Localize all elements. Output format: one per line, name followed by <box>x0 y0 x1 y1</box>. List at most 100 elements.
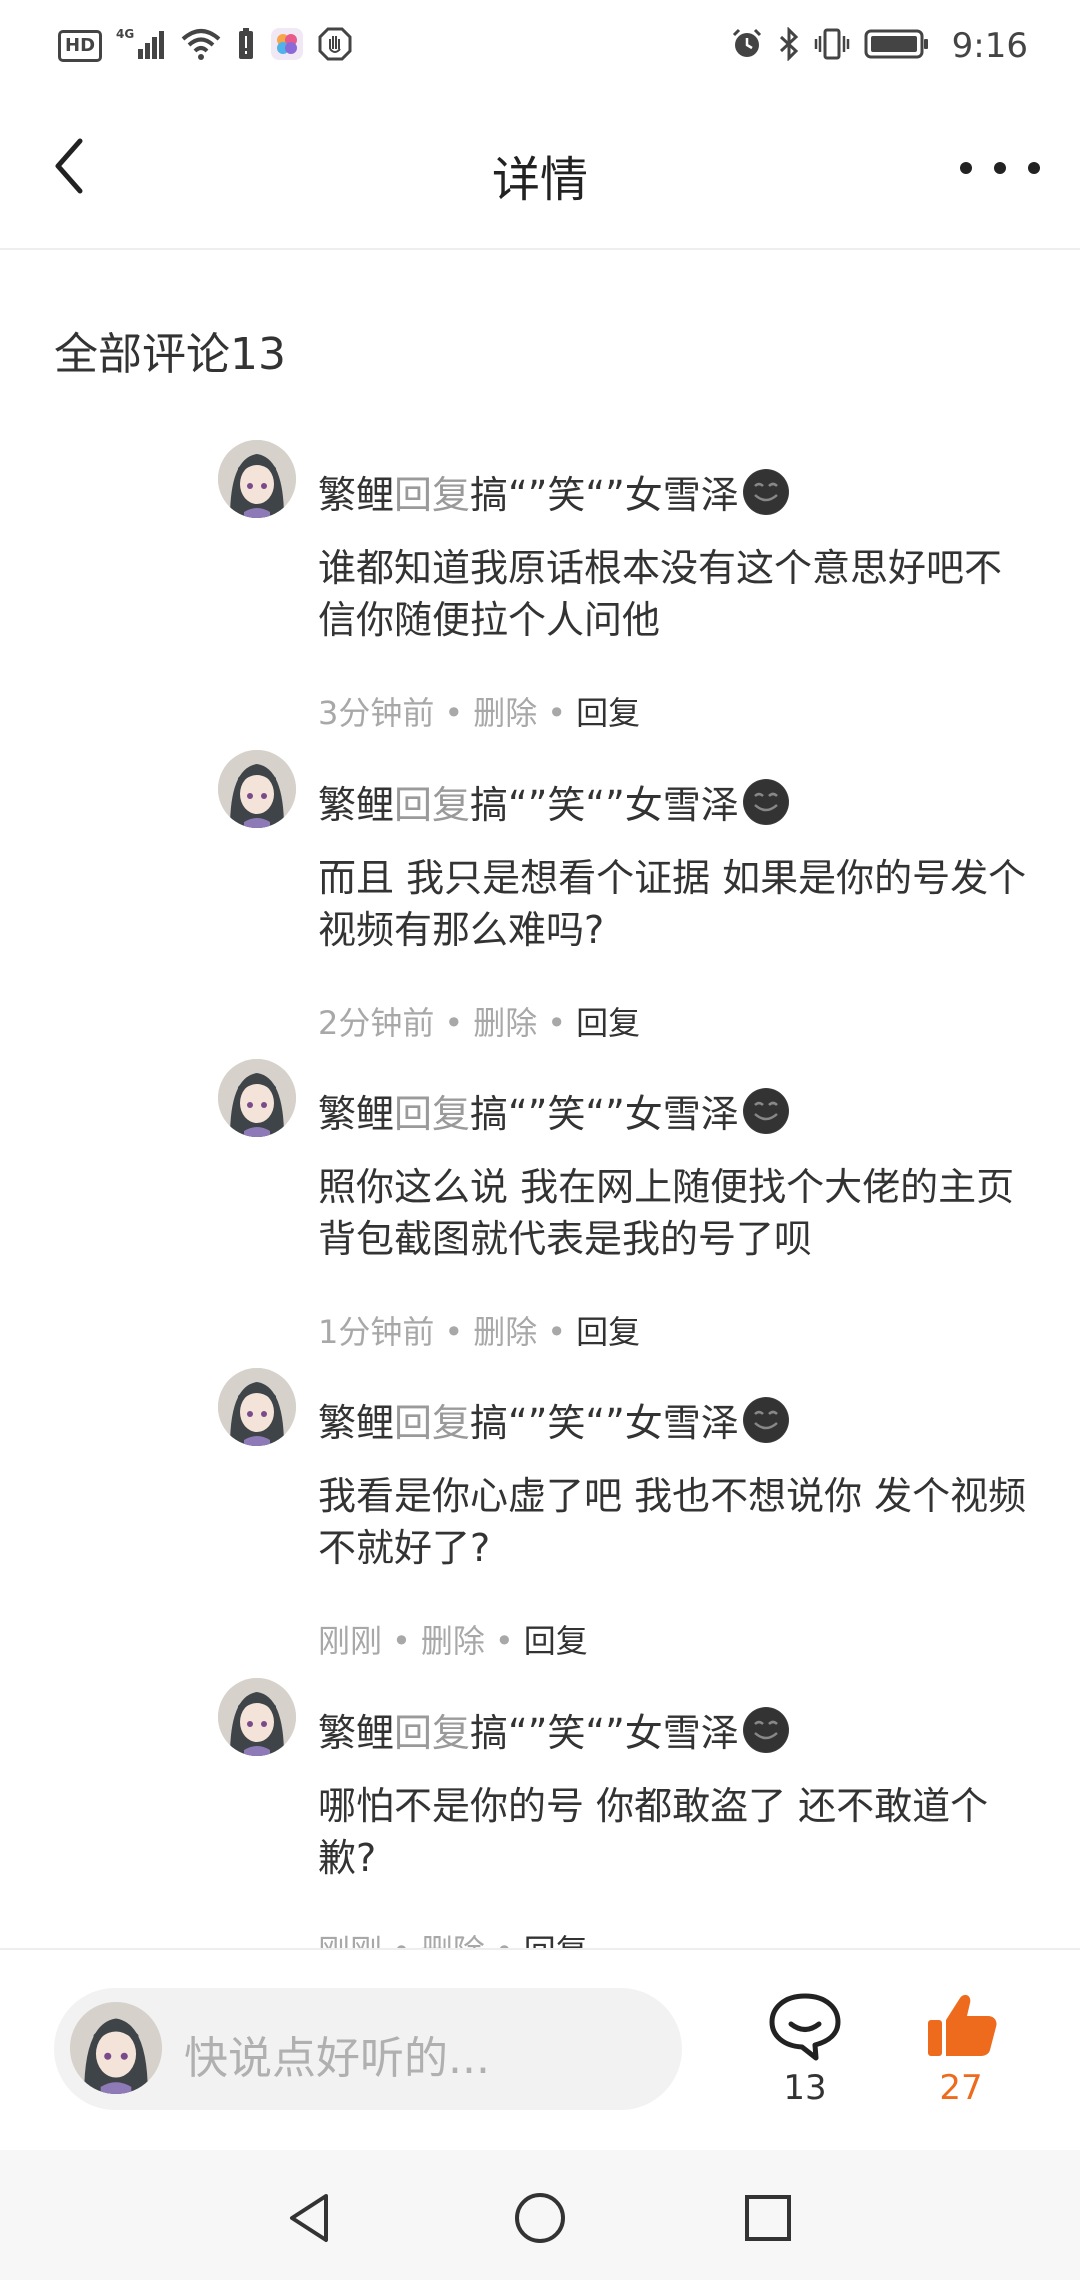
avatar[interactable] <box>218 1678 296 1756</box>
reply-button[interactable]: 回复 <box>576 694 640 732</box>
avatar[interactable] <box>218 440 296 518</box>
comment-text: 我看是你心虚了吧 我也不想说你 发个视频不就好了? <box>318 1474 1027 1570</box>
reply-target[interactable]: 搞“”笑“”女雪泽 <box>470 1702 739 1757</box>
reply-target[interactable]: 搞“”笑“”女雪泽 <box>470 1392 739 1447</box>
comment-header: 繁鲤 回复 搞“”笑“”女雪泽 <box>318 774 789 829</box>
comment-time: 刚刚 <box>318 1932 382 1948</box>
comment-item: 繁鲤回复搞“”笑“”女雪泽 哪怕不是你的号 你都敢盗了 还不敢道个歉? 刚刚•删… <box>0 1678 1080 1948</box>
reply-word: 回复 <box>394 1092 471 1136</box>
comment-bubble-icon <box>769 1993 841 2061</box>
comment-meta: 刚刚 • 删除 • 回复 <box>318 1926 588 1948</box>
vibrate-icon <box>814 27 850 65</box>
reply-button[interactable]: 回复 <box>524 1622 588 1660</box>
comment-item: 繁鲤 回复 搞“”笑“”女雪泽 而且 我只是想看个证据 如果是你的号发个视频有那么难… <box>0 750 1080 1058</box>
delete-button[interactable]: 删除 <box>473 1004 537 1042</box>
alarm-icon <box>730 27 764 65</box>
comment-header: 繁鲤 回复 搞“”笑“”女雪泽 <box>318 1392 789 1447</box>
comment-author[interactable]: 繁鲤 <box>318 1083 394 1138</box>
hd-icon: HD <box>58 30 103 62</box>
comment-header: 繁鲤 回复 搞“”笑“”女雪泽 <box>318 1083 789 1138</box>
comment-author[interactable]: 繁鲤 <box>318 1702 394 1757</box>
nav-back-icon <box>290 2194 328 2242</box>
comment-list: 繁鲤 回复 搞“”笑“”女雪泽 谁都知道我原话根本没有这个意思好吧不信你随便拉个人问… <box>0 440 1080 1948</box>
grin-emoji-icon <box>742 1706 789 1753</box>
avatar[interactable] <box>218 1059 296 1137</box>
comment-button[interactable]: 13 <box>760 1990 850 2130</box>
separator-dot: • <box>392 1932 411 1948</box>
comment-meta: 刚刚•删除•回复 <box>318 1616 588 1662</box>
comment-meta: 3分钟前 • 删除 • 回复 <box>318 688 640 734</box>
more-button[interactable] <box>960 148 1040 188</box>
comment-author[interactable]: 繁鲤 <box>318 464 394 519</box>
separator-dot: • <box>392 1622 411 1660</box>
comment-time: 2分钟前 <box>318 1004 435 1042</box>
nav-back-button[interactable] <box>280 2188 340 2248</box>
delete-button[interactable]: 删除 <box>421 1622 485 1660</box>
separator-dot: • <box>495 1932 514 1948</box>
more-dots-icon <box>994 162 1006 174</box>
avatar[interactable] <box>218 750 296 828</box>
svg-text:4G: 4G <box>116 27 134 41</box>
reply-word: 回复 <box>394 473 471 517</box>
comment-text: 照你这么说 我在网上随便找个大佬的主页 背包截图就代表是我的号了呗 <box>318 1165 1015 1261</box>
status-bar-right: 9:16 <box>730 26 1028 66</box>
comment-author[interactable]: 繁鲤 <box>318 1392 394 1447</box>
comment-meta: 2分钟前 • 删除 • 回复 <box>318 998 640 1044</box>
wifi-icon <box>180 27 222 65</box>
reply-word: 回复 <box>394 1711 471 1755</box>
comment-input-bar: 快说点好听的... 13 27 <box>0 1948 1080 2150</box>
separator-dot: • <box>444 1313 464 1351</box>
comment-item: 繁鲤 回复 搞“”笑“”女雪泽 照你这么说 我在网上随便找个大佬的主页 背包截图就代… <box>0 1059 1080 1367</box>
reply-target[interactable]: 搞“”笑“”女雪泽 <box>470 1083 739 1138</box>
reply-target[interactable]: 搞“”笑“”女雪泽 <box>470 464 739 519</box>
nav-home-icon <box>515 2193 565 2243</box>
battery-icon <box>864 27 930 65</box>
comment-time: 刚刚 <box>318 1622 383 1660</box>
separator-dot: • <box>547 1004 567 1042</box>
comment-text: 谁都知道我原话根本没有这个意思好吧不信你随便拉个人问他 <box>318 546 1003 642</box>
comment-item: 繁鲤 回复 搞“”笑“”女雪泽 谁都知道我原话根本没有这个意思好吧不信你随便拉个人问… <box>0 440 1080 748</box>
status-bar-left: HD 4G <box>58 27 352 65</box>
grin-emoji-icon <box>742 1087 789 1134</box>
separator-dot: • <box>547 1313 567 1351</box>
reply-button[interactable]: 回复 <box>576 1313 640 1351</box>
separator-dot: • <box>494 1622 514 1660</box>
input-placeholder: 快说点好听的... <box>184 2033 490 2084</box>
clock: 9:16 <box>951 26 1028 66</box>
reply-target[interactable]: 搞“”笑“”女雪泽 <box>470 774 739 829</box>
status-bar: HD 4G 9:16 <box>0 0 1080 92</box>
separator-dot: • <box>444 1004 464 1042</box>
comment-text: 而且 我只是想看个证据 如果是你的号发个视频有那么难吗? <box>318 856 1027 952</box>
delete-button[interactable]: 删除 <box>473 1313 537 1351</box>
comment-time: 3分钟前 <box>318 694 435 732</box>
comment-input[interactable]: 快说点好听的... <box>54 1988 682 2110</box>
comment-header: 繁鲤 回复 搞“”笑“”女雪泽 <box>318 464 789 519</box>
thumbs-up-icon <box>928 1994 997 2056</box>
separator-dot: • <box>444 694 464 732</box>
system-nav-bar <box>0 2150 1080 2280</box>
like-button[interactable]: 27 <box>916 1990 1006 2130</box>
hand-icon <box>318 27 352 65</box>
grin-emoji-icon <box>742 778 789 825</box>
nav-recents-button[interactable] <box>738 2188 798 2248</box>
grin-emoji-icon <box>742 1396 789 1443</box>
more-dots-icon <box>960 162 972 174</box>
user-avatar <box>70 2002 162 2094</box>
reply-button[interactable]: 回复 <box>524 1932 588 1948</box>
delete-button[interactable]: 删除 <box>421 1932 485 1948</box>
page-title: 详情 <box>491 152 588 208</box>
signal-icon: 4G <box>116 27 166 65</box>
top-app-bar: 详情 <box>0 92 1080 250</box>
nav-home-button[interactable] <box>510 2188 570 2248</box>
reply-button[interactable]: 回复 <box>576 1004 640 1042</box>
avatar[interactable] <box>218 1368 296 1446</box>
comments-section-title: 全部评论13 <box>54 329 286 380</box>
delete-button[interactable]: 删除 <box>473 694 537 732</box>
grin-emoji-icon <box>742 468 789 515</box>
nav-recents-icon <box>745 2195 791 2241</box>
battery-alert-icon <box>236 27 256 65</box>
comment-meta: 1分钟前 • 删除 • 回复 <box>318 1307 640 1353</box>
bluetooth-icon <box>778 26 800 65</box>
comment-item: 繁鲤 回复 搞“”笑“”女雪泽 我看是你心虚了吧 我也不想说你 发个视频不就好了? … <box>0 1368 1080 1676</box>
comment-author[interactable]: 繁鲤 <box>318 774 394 829</box>
